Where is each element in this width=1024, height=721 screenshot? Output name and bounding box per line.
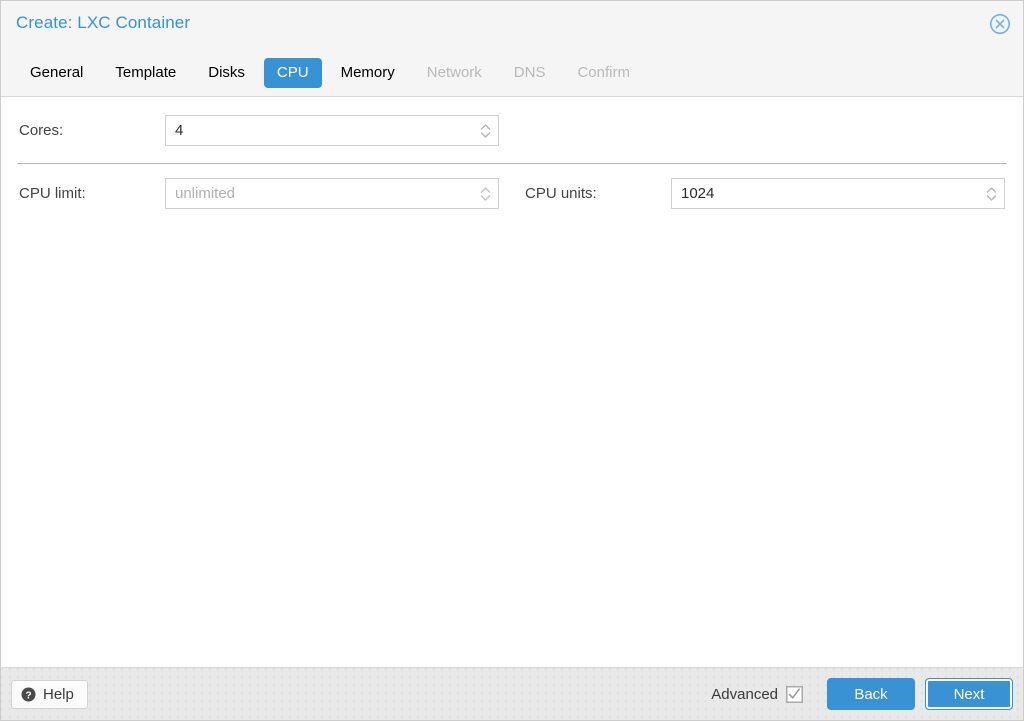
tab-memory[interactable]: Memory [328, 58, 408, 88]
spinner-up-down-icon[interactable] [985, 183, 998, 205]
cores-input[interactable] [166, 116, 498, 145]
dialog-footer: ? Help Advanced Back Next [1, 667, 1023, 720]
tab-disks[interactable]: Disks [195, 58, 258, 88]
spinner-up-down-icon[interactable] [479, 183, 492, 205]
help-button-label: Help [43, 685, 74, 703]
close-circle-icon[interactable] [989, 13, 1011, 35]
form-row-cpu-limits: CPU limit: CPU units: [1, 178, 1023, 209]
svg-text:?: ? [25, 690, 31, 701]
dialog-title: Create: LXC Container [16, 13, 191, 32]
field-cpu-units: CPU units: [525, 178, 1007, 209]
question-circle-icon: ? [21, 687, 36, 702]
wizard-tabbar: General Template Disks CPU Memory Networ… [1, 49, 1023, 97]
tab-general[interactable]: General [17, 58, 96, 88]
tab-cpu[interactable]: CPU [263, 57, 322, 88]
tab-dns: DNS [513, 63, 546, 81]
next-button[interactable]: Next [925, 678, 1013, 710]
cpu-units-input-wrap [671, 178, 1005, 209]
form-divider [17, 163, 1007, 164]
field-cores: Cores: [19, 115, 501, 146]
cpu-units-label: CPU units: [525, 185, 597, 202]
cores-input-wrap [165, 115, 499, 146]
cpu-limit-input-wrap [165, 178, 499, 209]
field-cpu-limit: CPU limit: [19, 178, 501, 209]
checkbox-checked-icon[interactable] [786, 685, 803, 703]
tab-template[interactable]: Template [102, 58, 189, 88]
tab-confirm: Confirm [577, 63, 630, 81]
footer-actions: Advanced Back Next [711, 678, 1013, 710]
dialog-header: Create: LXC Container [1, 1, 1023, 49]
form-row-cores: Cores: [1, 115, 1023, 146]
cpu-units-input[interactable] [672, 179, 1004, 208]
create-lxc-container-dialog: Create: LXC Container General Template D… [0, 0, 1024, 721]
back-button[interactable]: Back [827, 678, 915, 710]
tab-network: Network [426, 63, 482, 81]
cores-label: Cores: [19, 122, 64, 139]
dialog-body: Cores: CPU limit: [1, 97, 1023, 667]
cpu-limit-input[interactable] [166, 179, 498, 208]
advanced-label: Advanced [711, 685, 778, 703]
help-button[interactable]: ? Help [11, 679, 88, 709]
cpu-limit-label: CPU limit: [19, 185, 86, 202]
spinner-up-down-icon[interactable] [479, 120, 492, 142]
